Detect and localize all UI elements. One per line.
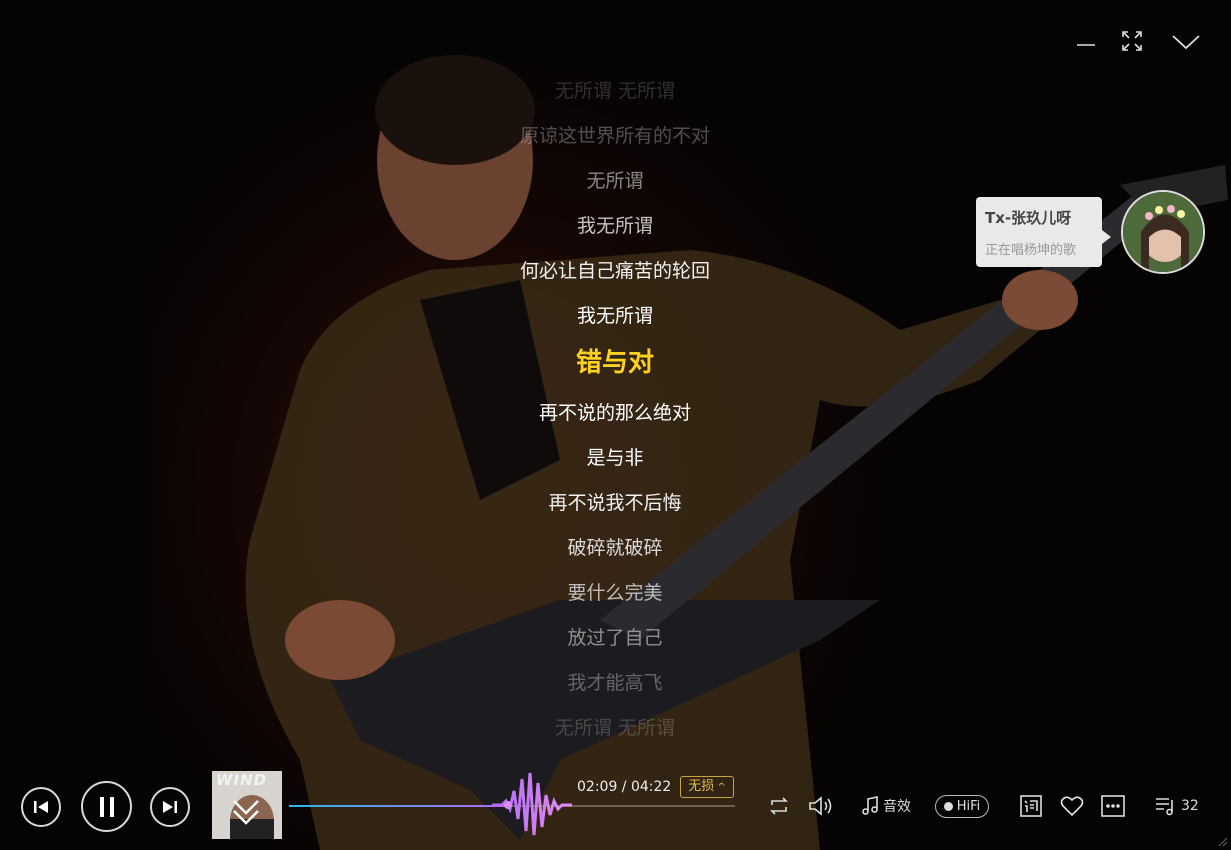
album-cover-title: WIND <box>216 771 268 789</box>
previous-button[interactable] <box>21 787 61 827</box>
friend-avatar[interactable] <box>1121 190 1205 274</box>
heart-icon <box>1060 796 1084 817</box>
fullscreen-icon <box>1122 31 1142 51</box>
hifi-dot <box>943 802 953 811</box>
minimize-button[interactable] <box>1071 26 1101 56</box>
more-icon <box>1101 795 1125 817</box>
friend-name: Tx-张玖儿呀 <box>985 209 1072 227</box>
playback-time: 02:09 / 04:22 <box>577 779 672 795</box>
current-lyric-line[interactable]: 错与对 <box>415 350 815 376</box>
lyric-line[interactable]: 原谅这世界所有的不对 <box>415 124 815 148</box>
lyric-button[interactable] <box>1018 793 1044 819</box>
lyric-line[interactable]: 再不说我不后悔 <box>415 491 815 515</box>
resize-grip-icon[interactable] <box>1216 835 1228 847</box>
album-cover[interactable]: WIND <box>212 771 282 839</box>
fullscreen-button[interactable] <box>1117 26 1147 56</box>
collapse-button[interactable] <box>1171 26 1201 56</box>
sound-effect-button[interactable]: 音效 <box>861 793 911 819</box>
volume-button[interactable] <box>806 793 834 819</box>
lyric-line[interactable]: 无所谓 无所谓 <box>415 79 815 103</box>
next-icon <box>163 801 177 813</box>
progress-wave-handle[interactable] <box>491 769 572 841</box>
hifi-label: HiFi <box>956 799 981 814</box>
lyric-line[interactable]: 是与非 <box>415 446 815 470</box>
sound-effect-label: 音效 <box>883 799 911 815</box>
lyric-line[interactable]: 要什么完美 <box>415 581 815 605</box>
caret-up-icon: ^ <box>717 782 726 793</box>
playlist-icon <box>1156 798 1173 816</box>
lyric-line[interactable]: 何必让自己痛苦的轮回 <box>415 259 815 283</box>
lyric-line[interactable]: 我无所谓 <box>415 214 815 238</box>
chevron-down-icon <box>1172 35 1200 50</box>
friend-activity-card[interactable]: Tx-张玖儿呀 正在唱杨坤的歌 <box>976 197 1111 267</box>
music-note-icon <box>862 796 878 815</box>
quality-label: 无损 <box>688 779 715 794</box>
pause-button[interactable] <box>81 781 132 832</box>
total-time: 04:22 <box>630 779 672 795</box>
minimize-icon <box>1077 44 1095 46</box>
current-time: 02:09 <box>577 779 618 795</box>
lyric-line[interactable]: 无所谓 无所谓 <box>415 716 815 740</box>
like-button[interactable] <box>1059 793 1085 819</box>
lyric-line[interactable]: 再不说的那么绝对 <box>415 401 815 425</box>
repeat-icon <box>770 797 788 815</box>
lyric-icon <box>1020 795 1042 817</box>
progress-bar[interactable] <box>289 772 735 836</box>
lyric-line[interactable]: 破碎就破碎 <box>415 536 815 560</box>
next-button[interactable] <box>150 787 190 827</box>
pause-icon <box>99 796 114 817</box>
hifi-toggle[interactable]: HiFi <box>935 795 989 818</box>
volume-icon <box>809 796 832 816</box>
lyric-line[interactable]: 放过了自己 <box>415 626 815 650</box>
more-button[interactable] <box>1100 793 1126 819</box>
repeat-button[interactable] <box>766 793 792 819</box>
lyric-line[interactable]: 无所谓 <box>415 169 815 193</box>
friend-status: 正在唱杨坤的歌 <box>985 243 1077 258</box>
playlist-count: 32 <box>1181 798 1199 814</box>
previous-icon <box>34 801 48 813</box>
quality-selector[interactable]: 无损 ^ <box>680 776 734 798</box>
playlist-button[interactable]: 32 <box>1155 793 1199 819</box>
progress-fill <box>289 805 508 807</box>
lyric-line[interactable]: 我才能高飞 <box>415 671 815 695</box>
lyric-line[interactable]: 我无所谓 <box>415 304 815 328</box>
